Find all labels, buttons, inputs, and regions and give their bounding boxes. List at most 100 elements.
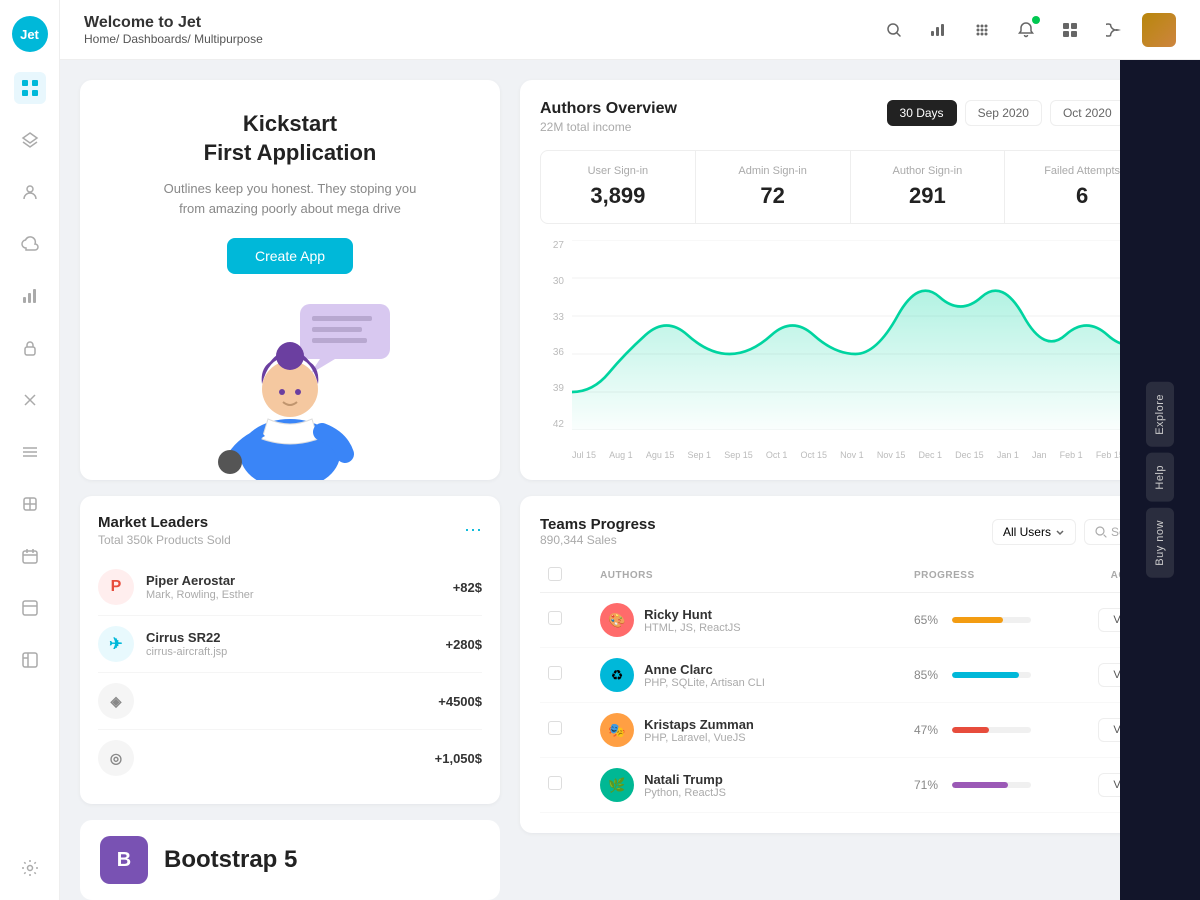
breadcrumb: Home/ Dashboards/ Multipurpose — [84, 32, 862, 46]
table-row: 🌿 Natali Trump Python, ReactJS — [540, 758, 1160, 813]
row-checkbox[interactable] — [548, 666, 562, 680]
buy-now-button[interactable]: Buy now — [1146, 508, 1174, 578]
market-name: Piper Aerostar — [146, 573, 441, 588]
author-name: Ricky Hunt — [644, 607, 741, 622]
sidebar-item-layers[interactable] — [14, 124, 46, 156]
sidebar-item-chart[interactable] — [14, 280, 46, 312]
authors-title-area: Authors Overview 22M total income — [540, 100, 875, 134]
all-users-select[interactable]: All Users — [992, 519, 1076, 545]
row-checkbox-cell — [540, 758, 592, 813]
breadcrumb-home[interactable]: Home/ — [84, 32, 119, 46]
market-item: P Piper Aerostar Mark, Rowling, Esther +… — [98, 559, 482, 616]
row-progress-cell: 47% — [906, 703, 1039, 758]
tab-sep-2020[interactable]: Sep 2020 — [965, 100, 1042, 126]
explore-button[interactable]: Explore — [1146, 382, 1174, 447]
market-item: ✈ Cirrus SR22 cirrus-aircraft.jsp +280$ — [98, 616, 482, 673]
row-checkbox-cell — [540, 703, 592, 758]
x-label: Agu 15 — [646, 450, 675, 460]
teams-subtitle: 890,344 Sales — [540, 533, 992, 547]
stats-row: User Sign-in 3,899 Admin Sign-in 72 Auth… — [540, 150, 1160, 224]
x-label: Jan 1 — [997, 450, 1019, 460]
avatar[interactable] — [1142, 13, 1176, 47]
market-value: +280$ — [445, 637, 482, 652]
sidebar-item-settings[interactable] — [14, 852, 46, 884]
market-icon-4: ◎ — [98, 740, 134, 776]
x-label: Nov 1 — [840, 450, 864, 460]
row-progress-cell: 65% — [906, 593, 1039, 648]
authors-header: Authors Overview 22M total income 30 Day… — [540, 100, 1160, 134]
tab-30-days[interactable]: 30 Days — [887, 100, 957, 126]
market-icon-piper: P — [98, 569, 134, 605]
authors-overview-card: Authors Overview 22M total income 30 Day… — [520, 80, 1180, 480]
x-label: Jul 15 — [572, 450, 596, 460]
help-button[interactable]: Help — [1146, 453, 1174, 502]
teams-table: AUTHORS PROGRESS ACTION — [540, 559, 1160, 813]
sidebar-item-layout[interactable] — [14, 592, 46, 624]
sidebar-item-box[interactable] — [14, 488, 46, 520]
analytics-button[interactable] — [922, 14, 954, 46]
chart-svg — [572, 240, 1160, 430]
sidebar-item-menu[interactable] — [14, 436, 46, 468]
y-label: 27 — [540, 240, 564, 251]
progress-fill — [952, 672, 1019, 678]
apps-button[interactable] — [966, 14, 998, 46]
market-sub: Mark, Rowling, Esther — [146, 589, 441, 601]
header-checkbox[interactable] — [548, 567, 562, 581]
market-more-button[interactable]: ⋯ — [464, 520, 482, 541]
notification-dot — [1032, 16, 1040, 24]
bootstrap-label: Bootstrap 5 — [164, 846, 297, 874]
row-checkbox[interactable] — [548, 776, 562, 790]
teams-title: Teams Progress — [540, 516, 992, 533]
x-label: Aug 1 — [609, 450, 633, 460]
breadcrumb-dashboards[interactable]: Dashboards/ — [123, 32, 191, 46]
sidebar-item-grid[interactable] — [14, 72, 46, 104]
y-label: 36 — [540, 347, 564, 358]
progress-pct: 85% — [914, 668, 944, 682]
sidebar-item-cloud[interactable] — [14, 228, 46, 260]
author-avatar: 🎭 — [600, 713, 634, 747]
notification-button[interactable] — [1010, 14, 1042, 46]
search-button[interactable] — [878, 14, 910, 46]
col-checkbox — [540, 559, 592, 593]
row-checkbox[interactable] — [548, 611, 562, 625]
market-info-3 — [146, 701, 426, 702]
header-actions — [878, 13, 1176, 47]
sidebar-item-close[interactable] — [14, 384, 46, 416]
author-skills: PHP, SQLite, Artisan CLI — [644, 677, 765, 689]
col-authors: AUTHORS — [592, 559, 906, 593]
author-avatar: 🌿 — [600, 768, 634, 802]
progress-bar — [952, 672, 1031, 678]
header-title-area: Welcome to Jet Home/ Dashboards/ Multipu… — [84, 14, 862, 46]
stat-value: 72 — [712, 183, 834, 209]
y-label: 30 — [540, 276, 564, 287]
stat-label: User Sign-in — [557, 165, 679, 177]
create-app-button[interactable]: Create App — [227, 238, 353, 274]
teams-progress-card: Teams Progress 890,344 Sales All Users S… — [520, 496, 1180, 833]
sidebar-item-lock[interactable] — [14, 332, 46, 364]
stat-label: Admin Sign-in — [712, 165, 834, 177]
sidebar-item-user[interactable] — [14, 176, 46, 208]
stat-author-signin: Author Sign-in 291 — [851, 151, 1006, 223]
chart-y-labels: 42 39 36 33 30 27 — [540, 240, 564, 430]
kickstart-title: KickstartFirst Application — [204, 110, 377, 167]
row-checkbox[interactable] — [548, 721, 562, 735]
page-title: Welcome to Jet — [84, 14, 862, 32]
y-label: 39 — [540, 383, 564, 394]
market-icon-cirrus: ✈ — [98, 626, 134, 662]
dark-mode-button[interactable] — [1098, 14, 1130, 46]
sidebar-item-template[interactable] — [14, 644, 46, 676]
progress-pct: 71% — [914, 778, 944, 792]
market-value: +82$ — [453, 580, 482, 595]
tab-oct-2020[interactable]: Oct 2020 — [1050, 100, 1125, 126]
x-label: Dec 1 — [919, 450, 943, 460]
table-row: 🎭 Kristaps Zumman PHP, Laravel, VueJS — [540, 703, 1160, 758]
progress-pct: 47% — [914, 723, 944, 737]
left-column: KickstartFirst Application Outlines keep… — [80, 80, 500, 880]
table-row: 🎨 Ricky Hunt HTML, JS, ReactJS — [540, 593, 1160, 648]
y-label: 33 — [540, 312, 564, 323]
market-value: +1,050$ — [435, 751, 482, 766]
logo[interactable]: Jet — [12, 16, 48, 52]
grid-view-button[interactable] — [1054, 14, 1086, 46]
sidebar-item-calendar[interactable] — [14, 540, 46, 572]
stat-value: 3,899 — [557, 183, 679, 209]
